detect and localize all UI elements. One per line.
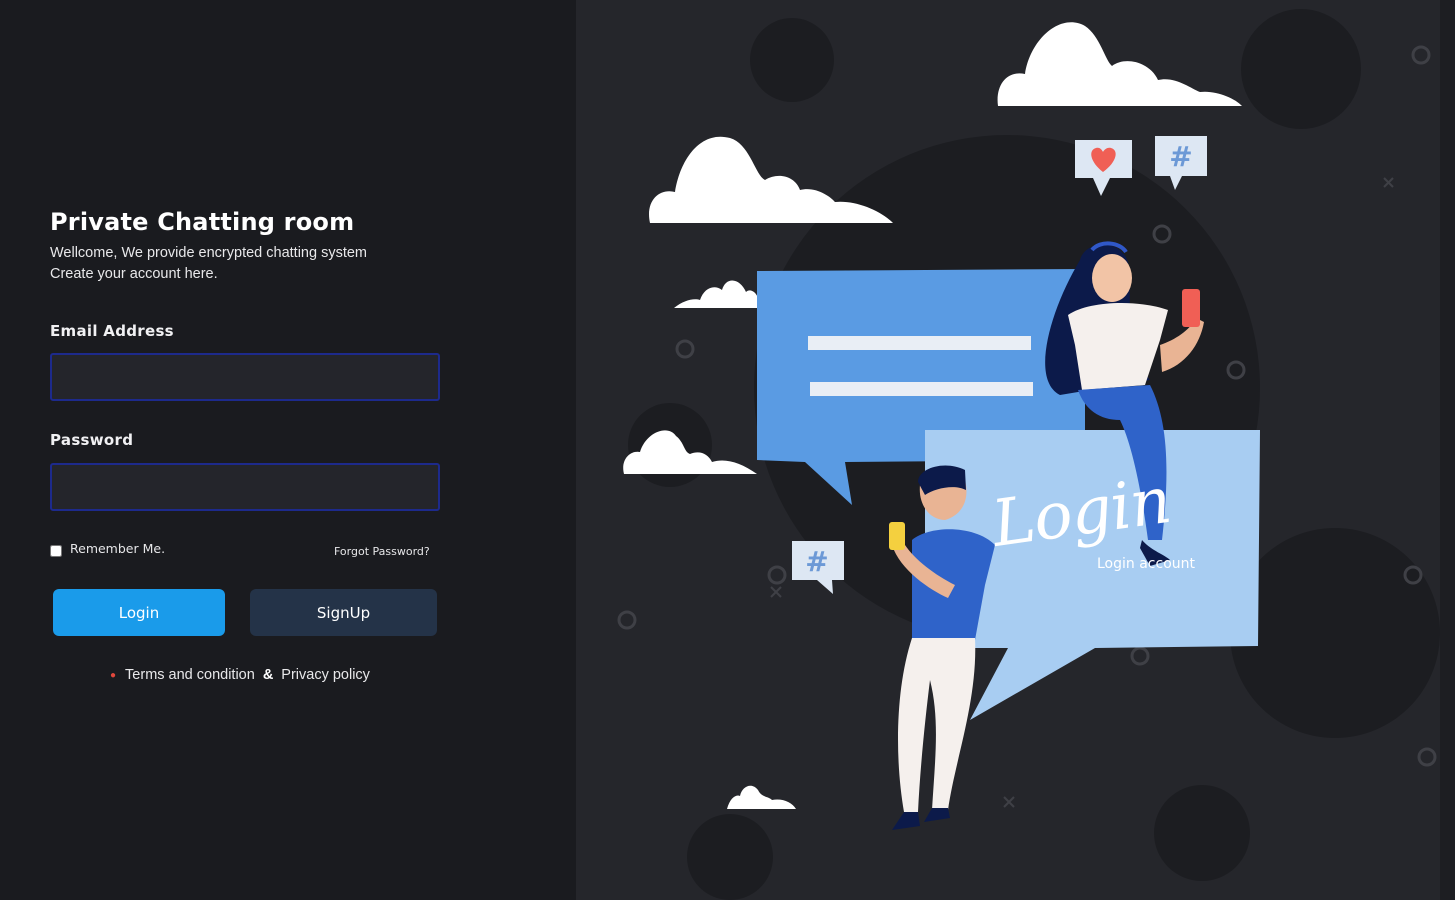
- terms-link[interactable]: Terms and condition: [125, 667, 255, 683]
- remember-me-label: Remember Me.: [70, 540, 166, 556]
- email-field[interactable]: [50, 353, 440, 401]
- chat-illustration: # #: [617, 9, 1440, 900]
- page-title: Private Chatting room: [50, 208, 355, 236]
- svg-text:#: #: [1169, 140, 1192, 173]
- subtitle-create-account: Create your account here.: [50, 266, 218, 282]
- login-button[interactable]: Login: [53, 589, 225, 636]
- subtitle-welcome: Wellcome, We provide encrypted chatting …: [50, 245, 367, 261]
- page-edge: [1440, 0, 1455, 900]
- privacy-link[interactable]: Privacy policy: [281, 667, 370, 683]
- login-panel: Private Chatting room Wellcome, We provi…: [0, 0, 576, 900]
- footer-separator: &: [262, 667, 274, 683]
- footer-links: ● Terms and condition & Privacy policy: [110, 667, 370, 683]
- signup-button[interactable]: SignUp: [250, 589, 437, 636]
- remember-me[interactable]: Remember Me.: [50, 541, 165, 557]
- password-label: Password: [50, 431, 134, 449]
- remember-me-checkbox[interactable]: [50, 545, 62, 557]
- bullet-icon: ●: [110, 669, 117, 681]
- email-label: Email Address: [50, 322, 174, 340]
- illustration-panel: # # Login Login account: [576, 0, 1440, 900]
- login-caption: Login account: [1097, 556, 1195, 572]
- password-field[interactable]: [50, 463, 440, 511]
- svg-text:#: #: [805, 545, 828, 578]
- forgot-password-link[interactable]: Forgot Password?: [334, 545, 430, 558]
